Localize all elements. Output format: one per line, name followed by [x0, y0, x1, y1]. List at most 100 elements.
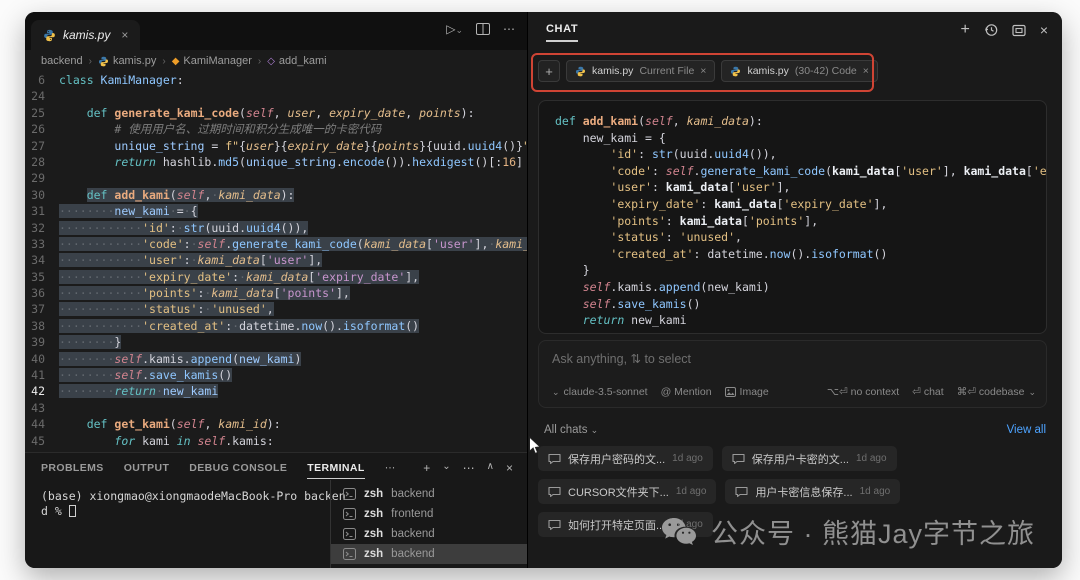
breadcrumb-item-class[interactable]: ◆KamiManager	[172, 55, 252, 67]
context-pill-row: + kamis.py Current File × kamis.py (30-4…	[538, 60, 878, 82]
code-line: 'id': str(uuid.uuid4()),	[555, 146, 1046, 163]
codebase-shortcut[interactable]: ⌘⏎ codebase⌄	[957, 386, 1036, 398]
panel-collapse-icon[interactable]: ∧	[487, 461, 494, 475]
code-line: 'expiry_date': kami_data['expiry_date'],	[555, 196, 1046, 213]
view-all-link[interactable]: View all	[1007, 424, 1046, 436]
line-number: 26	[25, 121, 59, 137]
chat-bubble-icon	[548, 486, 561, 498]
code-line: return new_kami	[555, 312, 1046, 329]
panel-close-icon[interactable]: ×	[506, 461, 513, 475]
chat-submit-shortcut[interactable]: ⏎ chat	[912, 386, 944, 398]
run-caret-icon[interactable]: ⌄	[455, 25, 463, 35]
model-selector[interactable]: ⌄claude-3.5-sonnet	[552, 386, 648, 398]
line-number: 39	[25, 334, 59, 350]
terminal-output[interactable]: (base) xiongmao@xiongmaodeMacBook-Pro ba…	[41, 489, 353, 519]
code-line: 27 unique_string = f"{user}{expiry_date}…	[25, 138, 527, 154]
history-icon[interactable]	[984, 23, 998, 37]
split-editor-icon[interactable]	[476, 23, 490, 35]
chat-history-chip[interactable]: 保存用户密码的文...1d ago	[538, 446, 713, 471]
terminal-session-item[interactable]: zshfrontend	[331, 504, 527, 524]
breadcrumb-separator: ›	[162, 56, 165, 67]
breadcrumb-item-method[interactable]: ◇add_kami	[267, 55, 326, 67]
code-line: 36············'points':·kami_data['point…	[25, 285, 527, 301]
code-line: 37············'status':·'unused',	[25, 301, 527, 317]
wechat-icon	[660, 516, 698, 548]
code-line: 39········}	[25, 334, 527, 350]
no-context-shortcut[interactable]: ⌥⏎ no context	[827, 386, 899, 398]
python-icon	[575, 66, 586, 77]
code-line: 25 def generate_kami_code(self, user, ex…	[25, 105, 527, 121]
code-editor[interactable]: 6class KamiManager:2425 def generate_kam…	[25, 72, 527, 452]
line-number: 38	[25, 318, 59, 334]
code-line: self.save_kamis()	[555, 296, 1046, 313]
chat-history-chip[interactable]: CURSOR文件夹下...1d ago	[538, 479, 716, 504]
panel-more-icon[interactable]: ⋯	[463, 461, 475, 475]
terminal-session-list: zshbackendzshfrontendzshbackendzshbacken…	[330, 480, 527, 568]
breadcrumb-separator: ›	[89, 56, 92, 67]
code-line: 33············'code':·self.generate_kami…	[25, 236, 527, 252]
terminal-session-item[interactable]: zshbackend	[331, 484, 527, 504]
code-line: 30 def add_kami(self,·kami_data):	[25, 187, 527, 203]
line-number: 6	[25, 72, 59, 88]
breadcrumb-item-file[interactable]: kamis.py	[98, 55, 156, 67]
new-chat-icon[interactable]: +	[960, 21, 969, 39]
chat-history-chip[interactable]: 保存用户卡密的文...1d ago	[722, 446, 897, 471]
chat-header-icons: + ×	[960, 21, 1048, 39]
tab-problems[interactable]: PROBLEMS	[41, 462, 104, 479]
chat-history-chip[interactable]: 用户卡密信息保存...1d ago	[725, 479, 900, 504]
tab-terminal[interactable]: TERMINAL	[307, 462, 364, 479]
line-number: 28	[25, 154, 59, 170]
chat-input-placeholder: Ask anything, ⇅ to select	[552, 351, 691, 366]
run-button[interactable]: ▷⌄	[446, 22, 463, 36]
all-chats-dropdown[interactable]: All chats ⌄	[544, 424, 598, 436]
line-number: 27	[25, 138, 59, 154]
code-line: 'user': kami_data['user'],	[555, 179, 1046, 196]
python-icon	[43, 29, 56, 42]
code-line: 6class KamiManager:	[25, 72, 527, 88]
add-context-button[interactable]: +	[538, 60, 560, 82]
chat-title[interactable]: CHAT	[546, 23, 578, 42]
image-button[interactable]: Image	[725, 386, 769, 398]
line-number: 41	[25, 367, 59, 383]
editor-actions: ▷⌄ ⋯	[446, 22, 515, 36]
chat-input-box[interactable]: Ask anything, ⇅ to select ⌄claude-3.5-so…	[538, 340, 1047, 408]
line-number: 30	[25, 187, 59, 203]
more-actions-icon[interactable]: ⋯	[503, 22, 515, 36]
terminal-session-item[interactable]: zshbackend	[331, 544, 527, 564]
terminal-icon	[343, 508, 356, 520]
line-number: 33	[25, 236, 59, 252]
line-number: 36	[25, 285, 59, 301]
tab-debug-console[interactable]: DEBUG CONSOLE	[189, 462, 287, 479]
code-line: 44 def get_kami(self, kami_id):	[25, 416, 527, 432]
chat-history-header: All chats ⌄ View all	[544, 424, 1046, 436]
chat-bubble-icon	[548, 453, 561, 465]
code-line: 38············'created_at':·datetime.now…	[25, 318, 527, 334]
image-icon	[725, 387, 736, 397]
editor-tab-label: kamis.py	[63, 28, 110, 42]
terminal-session-item[interactable]: zshbackend	[331, 524, 527, 544]
new-terminal-icon[interactable]: +	[423, 461, 430, 475]
breadcrumb-item-backend[interactable]: backend	[41, 55, 83, 67]
line-number: 42	[25, 383, 59, 399]
code-line: def add_kami(self, kami_data):	[555, 113, 1046, 130]
editor-tab-kamis[interactable]: kamis.py ×	[31, 20, 140, 50]
close-chat-icon[interactable]: ×	[1040, 22, 1048, 38]
breadcrumb: backend › kamis.py › ◆KamiManager › ◇add…	[25, 50, 527, 72]
mention-button[interactable]: @ Mention	[661, 386, 712, 398]
terminal-icon	[343, 528, 356, 540]
app-window: kamis.py × ▷⌄ ⋯ backend › kamis.py › ◆Ka…	[25, 12, 1062, 568]
panel-tabs-more-icon[interactable]: ⋯	[385, 462, 396, 479]
context-pill-code-range[interactable]: kamis.py (30-42) Code ×	[721, 60, 877, 82]
tab-output[interactable]: OUTPUT	[124, 462, 170, 479]
pill-close-icon[interactable]: ×	[700, 65, 706, 77]
tab-close-icon[interactable]: ×	[121, 28, 128, 42]
code-line: 26 # 使用用户名、过期时间和积分生成唯一的卡密代码	[25, 121, 527, 137]
code-line: 35············'expiry_date':·kami_data['…	[25, 269, 527, 285]
line-number: 29	[25, 170, 59, 186]
watermark-text: 公众号 · 熊猫Jay字节之旅	[711, 512, 1035, 551]
expand-icon[interactable]	[1012, 24, 1026, 37]
pill-close-icon[interactable]: ×	[863, 65, 869, 77]
code-line: 45 for kami in self.kamis:	[25, 433, 527, 449]
terminal-caret-icon[interactable]: ⌄	[442, 461, 450, 475]
context-pill-current-file[interactable]: kamis.py Current File ×	[566, 60, 715, 82]
